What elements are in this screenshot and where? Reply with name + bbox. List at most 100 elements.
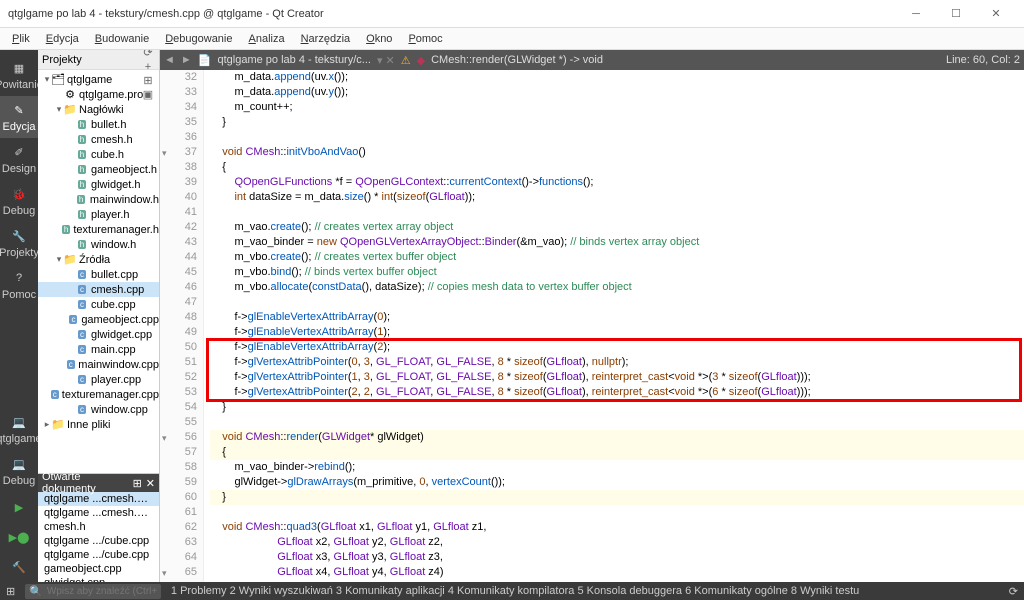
mode-projekty[interactable]: 🔧Projekty [0,222,38,264]
split-icon[interactable]: ⊞ [133,477,142,490]
build-button[interactable]: 🔨 [0,552,38,582]
kit-qtglgame[interactable]: 💻qtglgame [0,408,38,450]
output-pane-tab[interactable]: 4 Komunikaty kompilatora [448,585,575,597]
code-line[interactable] [210,205,1024,220]
mode-pomoc[interactable]: ?Pomoc [0,264,38,306]
code-line[interactable]: m_vao.create(); // creates vertex array … [210,220,1024,235]
minimize-button[interactable]: ─ [896,2,936,26]
nav-fwd-icon[interactable]: ► [181,54,192,66]
menu-debugowanie[interactable]: Debugowanie [157,31,240,47]
line-number[interactable]: 65▾ [160,565,197,580]
menu-narzędzia[interactable]: Narzędzia [293,31,359,47]
line-number[interactable]: 40 [160,190,197,205]
menu-analiza[interactable]: Analiza [241,31,293,47]
output-pane-tab[interactable]: 6 Komunikaty ogólne [685,585,788,597]
open-doc-item[interactable]: cmesh.h [38,520,159,534]
line-number[interactable]: 33 [160,85,197,100]
open-doc-item[interactable]: qtglgame .../cube.cpp [38,548,159,562]
warning-icon[interactable]: ⚠ [401,54,411,67]
breadcrumb-symbol[interactable]: CMesh::render(GLWidget *) -> void [431,54,603,66]
progress-icon[interactable]: ⟳ [1009,585,1018,598]
line-number[interactable]: 47 [160,295,197,310]
menu-edycja[interactable]: Edycja [38,31,87,47]
code-line[interactable] [210,130,1024,145]
code-line[interactable] [210,415,1024,430]
code-line[interactable]: m_vbo.allocate(constData(), dataSize); /… [210,280,1024,295]
tree-item[interactable]: cplayer.cpp [38,372,159,387]
project-tree[interactable]: ▾🗂qtglgame⚙qtglgame.pro▾📁Nagłówkihbullet… [38,70,159,473]
output-pane-tab[interactable]: 2 Wyniki wyszukiwań [230,585,333,597]
line-number[interactable]: 32 [160,70,197,85]
tree-item[interactable]: htexturemanager.h [38,222,159,237]
line-number[interactable]: 48 [160,310,197,325]
mode-design[interactable]: ✐Design [0,138,38,180]
line-number[interactable]: 52 [160,370,197,385]
breadcrumb-file[interactable]: qtglgame po lab 4 - tekstury/c... [217,54,370,66]
tree-item[interactable]: cgameobject.cpp [38,312,159,327]
line-number[interactable]: 63 [160,535,197,550]
code-line[interactable]: QOpenGLFunctions *f = QOpenGLContext::cu… [210,175,1024,190]
line-number[interactable]: 43 [160,235,197,250]
tree-item[interactable]: cwindow.cpp [38,402,159,417]
code-line[interactable]: int dataSize = m_data.size() * int(sizeo… [210,190,1024,205]
maximize-button[interactable]: ☐ [936,2,976,26]
code-line[interactable]: m_vao_binder = new QOpenGLVertexArrayObj… [210,235,1024,250]
line-number[interactable]: 59 [160,475,197,490]
tree-item[interactable]: hgameobject.h [38,162,159,177]
code-line[interactable]: { [210,445,1024,460]
line-number[interactable]: 45 [160,265,197,280]
kit-debug[interactable]: 💻Debug [0,450,38,492]
code-line[interactable] [210,505,1024,520]
line-gutter[interactable]: 323334353637▾383940414243444546474849505… [160,70,204,582]
code-line[interactable] [210,295,1024,310]
tree-item[interactable]: ▾🗂qtglgame [38,72,159,87]
tree-item[interactable]: ▾📁Nagłówki [38,102,159,117]
code-line[interactable]: void CMesh::render(GLWidget* glWidget) [210,430,1024,445]
code-line[interactable]: m_data.append(uv.x()); [210,70,1024,85]
code-line[interactable]: f->glVertexAttribPointer(2, 2, GL_FLOAT,… [210,385,1024,400]
tree-item[interactable]: cmain.cpp [38,342,159,357]
line-number[interactable]: 34 [160,100,197,115]
locator-input[interactable] [47,586,157,597]
menu-okno[interactable]: Okno [358,31,400,47]
tree-item[interactable]: hcmesh.h [38,132,159,147]
output-pane-tab[interactable]: 3 Komunikaty aplikacji [336,585,445,597]
locate-icon[interactable]: ⊞ [6,585,15,598]
code-line[interactable]: void CMesh::quad3(GLfloat x1, GLfloat y1… [210,520,1024,535]
line-number[interactable]: 64 [160,550,197,565]
run-button[interactable]: ▶ [0,492,38,522]
tree-item[interactable]: ▾📁Źródła [38,252,159,267]
open-doc-item[interactable]: qtglgame .../cube.cpp [38,534,159,548]
line-number[interactable]: 51 [160,355,197,370]
tree-item[interactable]: hcube.h [38,147,159,162]
mode-powitanie[interactable]: ▦Powitanie [0,54,38,96]
close-button[interactable]: ✕ [976,2,1016,26]
code-line[interactable]: f->glEnableVertexAttribArray(0); [210,310,1024,325]
code-line[interactable]: GLfloat x4, GLfloat y4, GLfloat z4) [210,565,1024,580]
tree-item[interactable]: hglwidget.h [38,177,159,192]
code-line[interactable]: m_vbo.create(); // creates vertex buffer… [210,250,1024,265]
line-number[interactable]: 50 [160,340,197,355]
output-pane-tab[interactable]: 1 Problemy [171,585,227,597]
line-number[interactable]: 58 [160,460,197,475]
open-doc-item[interactable]: qtglgame ...cmesh.cpp [38,492,159,506]
open-doc-item[interactable]: qtglgame ...cmesh.cpp [38,506,159,520]
tree-item[interactable]: cmainwindow.cpp [38,357,159,372]
open-doc-item[interactable]: gameobject.cpp [38,562,159,576]
code-line[interactable]: f->glVertexAttribPointer(1, 3, GL_FLOAT,… [210,370,1024,385]
tree-item[interactable]: hbullet.h [38,117,159,132]
nav-back-icon[interactable]: ◄ [164,54,175,66]
line-number[interactable]: 54 [160,400,197,415]
code-line[interactable]: m_count++; [210,100,1024,115]
code-line[interactable]: GLfloat x3, GLfloat y3, GLfloat z3, [210,550,1024,565]
sync-icon[interactable]: ⟳ [141,50,155,60]
tree-item[interactable]: ⚙qtglgame.pro [38,87,159,102]
line-number[interactable]: 41 [160,205,197,220]
tree-item[interactable]: cbullet.cpp [38,267,159,282]
mode-debug[interactable]: 🐞Debug [0,180,38,222]
code-line[interactable]: f->glEnableVertexAttribArray(1); [210,325,1024,340]
output-pane-tab[interactable]: 5 Konsola debuggera [577,585,682,597]
tree-item[interactable]: hwindow.h [38,237,159,252]
run-debug-button[interactable]: ▶⬤ [0,522,38,552]
code-line[interactable]: GLfloat x2, GLfloat y2, GLfloat z2, [210,535,1024,550]
